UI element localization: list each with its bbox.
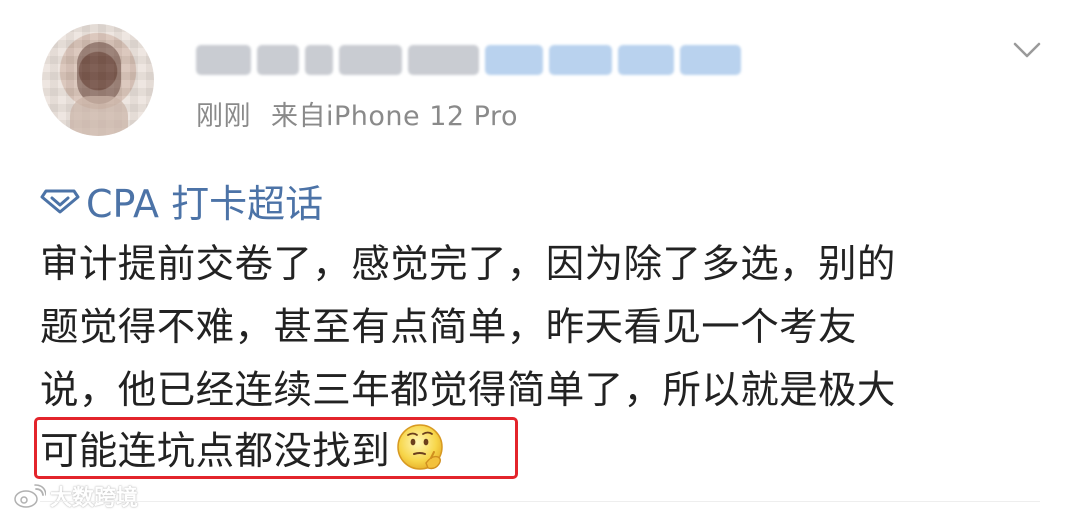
chevron-down-icon[interactable]	[1013, 36, 1041, 64]
post-time: 刚刚	[196, 101, 251, 132]
watermark-text: 大数跨境	[50, 486, 139, 511]
weibo-logo-icon	[14, 484, 46, 508]
content-line: 可能连坑点都没找到	[40, 429, 391, 474]
diamond-icon	[40, 189, 80, 214]
blur-segment	[408, 45, 480, 75]
watermark: 大数跨境	[12, 480, 138, 512]
avatar[interactable]	[42, 24, 154, 136]
blur-segment	[618, 45, 674, 75]
post-meta: 刚刚 来自iPhone 12 Pro	[196, 94, 518, 133]
super-topic-link[interactable]: CPA 打卡超话	[40, 175, 324, 226]
post-content: 审计提前交卷了，感觉完了，因为除了多选，别的 题觉得不难，甚至有点简单，昨天看见…	[40, 233, 1040, 422]
weibo-post-card: 刚刚 来自iPhone 12 Pro CPA 打卡超话 审计提前交卷了，感觉完了，…	[0, 0, 1080, 515]
content-line: 审计提前交卷了，感觉完了，因为除了多选，别的	[40, 242, 896, 287]
blur-segment	[679, 45, 741, 75]
blur-segment	[338, 45, 403, 75]
blur-segment	[257, 45, 300, 75]
thinking-face-emoji	[397, 424, 443, 470]
blur-segment	[196, 45, 252, 75]
divider	[40, 501, 1040, 502]
content-line: 说，他已经连续三年都觉得简单了，所以就是极大	[40, 368, 896, 413]
blur-segment	[485, 45, 543, 75]
blur-segment	[548, 45, 613, 75]
content-line: 题觉得不难，甚至有点简单，昨天看见一个考友	[40, 305, 857, 350]
blurred-username[interactable]	[196, 40, 741, 80]
post-source: 来自iPhone 12 Pro	[271, 101, 518, 132]
super-topic-label: CPA 打卡超话	[86, 181, 324, 226]
highlighted-content-line: 可能连坑点都没找到	[40, 421, 446, 475]
blur-segment	[305, 45, 333, 75]
